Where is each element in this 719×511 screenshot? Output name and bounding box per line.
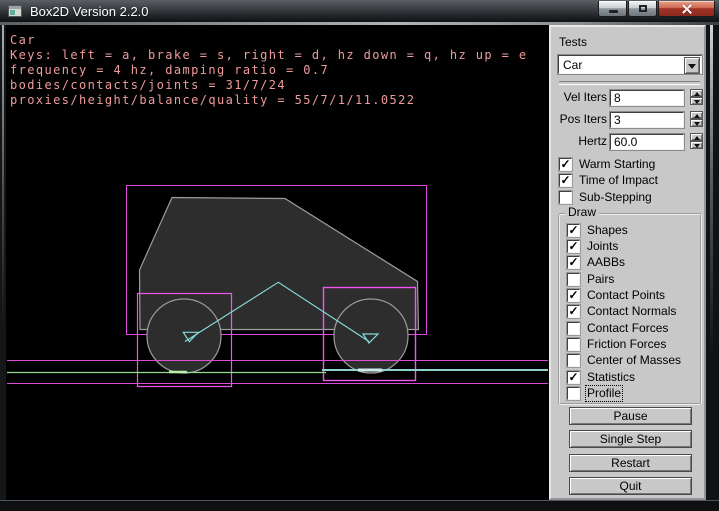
warm-starting-label: Warm Starting: [579, 158, 655, 171]
aabbs-checkbox[interactable]: ✓: [567, 256, 580, 269]
spin-down-icon[interactable]: [690, 119, 703, 127]
quit-button[interactable]: Quit: [569, 477, 692, 495]
contact-forces-label: Contact Forces: [587, 322, 668, 335]
window-title: Box2D Version 2.2.0: [30, 3, 149, 20]
caption-buttons: [597, 1, 715, 17]
left-wheel: [147, 299, 221, 373]
minimize-icon: [609, 10, 618, 13]
statistics-checkbox[interactable]: ✓: [567, 371, 580, 384]
pos-iters-field[interactable]: 3: [610, 112, 684, 128]
pause-button[interactable]: Pause: [569, 407, 692, 425]
spin-down-icon[interactable]: [690, 141, 703, 149]
center-of-masses-checkbox[interactable]: [567, 354, 580, 367]
tests-dropdown-value: Car: [563, 58, 582, 72]
profile-checkbox[interactable]: [567, 387, 580, 400]
shapes-checkbox[interactable]: ✓: [567, 224, 580, 237]
friction-forces-label: Friction Forces: [587, 338, 666, 351]
joints-label: Joints: [587, 240, 618, 253]
profile-label: Profile: [587, 387, 621, 400]
pairs-checkbox[interactable]: [567, 273, 580, 286]
window-border-bottom: [0, 500, 719, 511]
bodies-stats: bodies/contacts/joints = 31/7/24: [10, 78, 286, 92]
statistics-label: Statistics: [587, 371, 635, 384]
spin-down-icon[interactable]: [690, 97, 703, 105]
joints-checkbox[interactable]: ✓: [567, 240, 580, 253]
hertz-spinner[interactable]: [690, 133, 703, 150]
app-icon: [8, 5, 22, 17]
app-window: Box2D Version 2.2.0: [0, 0, 719, 510]
separator: [559, 81, 700, 85]
tests-label: Tests: [559, 36, 587, 49]
right-wheel: [334, 299, 408, 373]
vel-iters-field[interactable]: 8: [610, 90, 684, 106]
shapes-label: Shapes: [587, 224, 628, 237]
window-border-left: [0, 25, 6, 500]
close-button[interactable]: [658, 1, 715, 17]
pos-iters-label: Pos Iters: [555, 111, 607, 128]
tests-dropdown[interactable]: Car: [558, 55, 702, 74]
pairs-label: Pairs: [587, 273, 614, 286]
sub-stepping-label: Sub-Stepping: [579, 191, 652, 204]
maximize-icon: [639, 5, 647, 12]
vel-iters-spinner[interactable]: [690, 89, 703, 106]
test-title: Car: [10, 33, 36, 47]
center-of-masses-label: Center of Masses: [587, 354, 681, 367]
contact-normals-label: Contact Normals: [587, 305, 676, 318]
window-border-right: [706, 25, 719, 500]
restart-button[interactable]: Restart: [569, 454, 692, 472]
chevron-down-icon: [688, 64, 696, 69]
debug-text: Car Keys: left = a, brake = s, right = d…: [10, 33, 527, 108]
close-icon: [682, 4, 692, 14]
spin-up-icon[interactable]: [690, 133, 703, 141]
time-of-impact-checkbox[interactable]: ✓: [559, 174, 572, 187]
friction-forces-checkbox[interactable]: [567, 338, 580, 351]
keys-help: Keys: left = a, brake = s, right = d, hz…: [10, 48, 527, 62]
spin-up-icon[interactable]: [690, 111, 703, 119]
contact-normals-checkbox[interactable]: ✓: [567, 305, 580, 318]
warm-starting-checkbox[interactable]: ✓: [559, 158, 572, 171]
hertz-label: Hertz: [555, 133, 607, 150]
tests-dropdown-button[interactable]: [684, 57, 700, 74]
aabbs-label: AABBs: [587, 256, 625, 269]
contact-forces-checkbox[interactable]: [567, 322, 580, 335]
contact-points-label: Contact Points: [587, 289, 665, 302]
time-of-impact-label: Time of Impact: [579, 174, 658, 187]
contact-points-checkbox[interactable]: ✓: [567, 289, 580, 302]
sub-stepping-checkbox[interactable]: [559, 191, 572, 204]
single-step-button[interactable]: Single Step: [569, 430, 692, 448]
draw-group-label: Draw: [565, 205, 599, 219]
vel-iters-label: Vel Iters: [555, 89, 607, 106]
control-panel: Tests Car Vel Iters 8 Pos Iters 3 Hertz …: [549, 25, 706, 500]
spin-up-icon[interactable]: [690, 89, 703, 97]
proxies-stats: proxies/height/balance/quality = 55/7/1/…: [10, 93, 415, 107]
pos-iters-spinner[interactable]: [690, 111, 703, 128]
hertz-field[interactable]: 60.0: [610, 134, 684, 150]
maximize-button[interactable]: [628, 1, 657, 17]
title-bar[interactable]: Box2D Version 2.2.0: [0, 0, 719, 23]
minimize-button[interactable]: [598, 1, 627, 17]
frequency-line: frequency = 4 hz, damping ratio = 0.7: [10, 63, 329, 77]
